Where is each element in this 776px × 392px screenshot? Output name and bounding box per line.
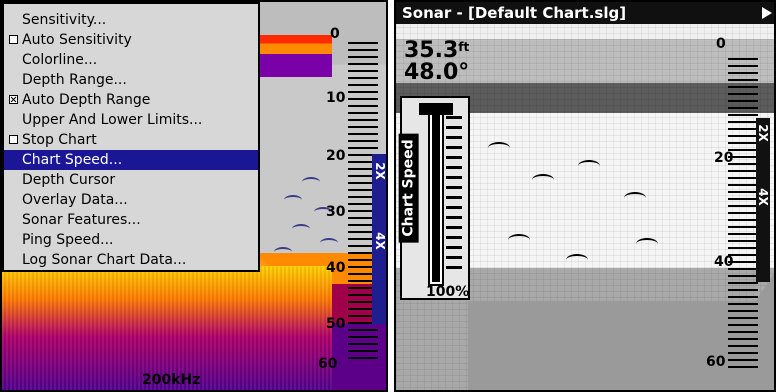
menu-item[interactable]: Auto Depth Range [4,90,258,110]
left-depth-mark-20: 20 [326,148,346,164]
left-depth-top: 0 [330,26,340,42]
menu-item[interactable]: Log Sonar Chart Data... [4,250,258,270]
menu-item-label: Ping Speed... [22,232,114,248]
menu-item-label: Sensitivity... [22,12,107,28]
fish-arc [578,160,600,172]
fish-arc [508,234,530,246]
right-sonar-screen: Sonar - [Default Chart.slg] 35.3ft 48.0°… [394,0,776,392]
left-depth-mark-50: 50 [326,316,346,332]
left-surface-clutter [252,35,332,77]
right-zoom-2x: 2X [756,124,771,142]
menu-item-label: Depth Cursor [22,172,116,188]
fish-arc [624,192,646,204]
fish-arc [532,174,554,186]
chart-speed-slider-track[interactable] [428,108,444,286]
checkbox-icon[interactable] [9,135,18,144]
chart-speed-slider-fill [432,108,440,282]
menu-item-label: Chart Speed... [22,152,123,168]
menu-item[interactable]: Ping Speed... [4,230,258,250]
menu-item-label: Sonar Features... [22,212,141,228]
fish-arc [566,254,588,266]
fish-arc [636,238,658,250]
menu-item[interactable]: Chart Speed... [4,150,258,170]
menu-item[interactable]: Depth Range... [4,70,258,90]
left-depth-mark-10: 10 [326,90,346,106]
left-zoom-bar[interactable]: 2X 4X [372,154,388,324]
chart-speed-ticks [446,116,462,276]
chart-speed-percent: 100% [426,284,470,300]
window-title: Sonar - [Default Chart.slg] [402,4,627,22]
right-depth-top: 0 [716,36,726,52]
fish-arc [320,238,338,248]
right-zoom-4x: 4X [756,188,771,206]
menu-item-label: Stop Chart [22,132,97,148]
menu-item[interactable]: Stop Chart [4,130,258,150]
checkbox-icon[interactable] [9,35,18,44]
right-title-bar: Sonar - [Default Chart.slg] [396,2,774,24]
frequency-readout: 200kHz [142,372,201,388]
right-zoom-bar[interactable]: 2X 4X [756,118,770,282]
water-temperature: 48.0° [404,60,470,85]
menu-item-label: Auto Sensitivity [22,32,132,48]
menu-item[interactable]: Sensitivity... [4,10,258,30]
left-zoom-4x: 4X [373,232,388,250]
menu-item-label: Auto Depth Range [22,92,151,108]
chart-speed-label: Chart Speed [398,133,419,243]
fish-arc [488,142,510,154]
right-depth-bottom: 60 [706,354,726,370]
play-arrow-icon[interactable] [762,7,772,19]
fish-arc [302,177,320,187]
menu-item[interactable]: Depth Cursor [4,170,258,190]
chart-speed-control[interactable]: Chart Speed 100% [398,96,470,300]
menu-item-label: Overlay Data... [22,192,128,208]
fish-arc [284,195,302,205]
menu-item[interactable]: Upper And Lower Limits... [4,110,258,130]
left-zoom-2x: 2X [373,162,388,180]
menu-item[interactable]: Overlay Data... [4,190,258,210]
checked-checkbox-icon[interactable] [9,95,18,104]
menu-item[interactable]: Colorline... [4,50,258,70]
menu-item-label: Upper And Lower Limits... [22,112,203,128]
left-sonar-screen: Sensitivity... Auto Sensitivity Colorline.… [0,0,388,392]
fish-arc [274,247,292,257]
chart-speed-slider-handle[interactable] [419,103,453,115]
menu-item-label: Depth Range... [22,72,127,88]
left-depth-mark-30: 30 [326,204,346,220]
left-depth-mark-40: 40 [326,260,346,276]
menu-item[interactable]: Auto Sensitivity [4,30,258,50]
menu-item[interactable]: Sonar Features... [4,210,258,230]
fish-arc [292,224,310,234]
left-depth-bottom: 60 [318,356,338,372]
menu-item-label: Colorline... [22,52,98,68]
menu-item-label: Log Sonar Chart Data... [22,252,187,268]
depth-temp-readout: 35.3ft 48.0° [404,40,469,84]
depth-unit: ft [458,40,470,54]
right-depth-tick-marks [728,58,758,372]
sonar-options-menu: Sensitivity... Auto Sensitivity Colorline.… [2,2,260,272]
